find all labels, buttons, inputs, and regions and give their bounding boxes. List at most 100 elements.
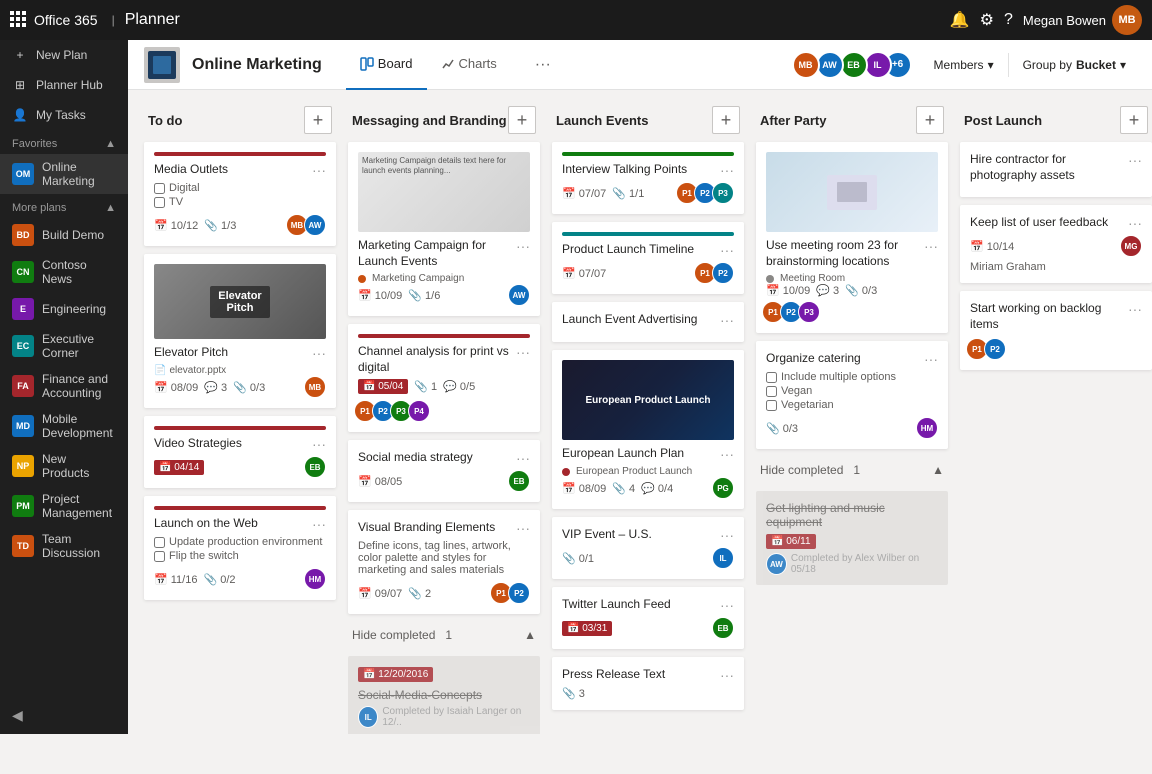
sidebar-item-contoso-news[interactable]: CN Contoso News	[0, 252, 128, 292]
check-item[interactable]	[766, 386, 777, 397]
tag: Meeting Room	[766, 273, 938, 284]
bucket-add-button-afterparty[interactable]: +	[916, 106, 944, 134]
notifications-icon[interactable]: 🔔	[950, 10, 970, 30]
task-more-button[interactable]: ···	[720, 446, 734, 462]
task-card[interactable]: VIP Event – U.S. ··· 📎 0/1 IL	[552, 517, 744, 579]
completed-title: Social-Media-Concepts	[358, 688, 530, 702]
task-more-button[interactable]: ···	[312, 516, 326, 532]
task-image	[766, 152, 938, 232]
sidebar-item-project-mgmt[interactable]: PM Project Management	[0, 486, 128, 526]
task-more-button[interactable]: ···	[720, 312, 734, 328]
settings-icon[interactable]: ⚙	[980, 10, 994, 30]
task-avatar: EB	[712, 617, 734, 639]
task-more-button[interactable]: ···	[1128, 152, 1142, 168]
check-item[interactable]	[154, 537, 165, 548]
task-more-button[interactable]: ···	[312, 162, 326, 178]
task-card[interactable]: European Product Launch European Launch …	[552, 350, 744, 509]
task-more-button[interactable]: ···	[924, 238, 938, 254]
task-more-button[interactable]: ···	[720, 242, 734, 258]
task-card[interactable]: Marketing Campaign details text here for…	[348, 142, 540, 316]
sidebar-collapse-button[interactable]: ◀	[0, 697, 128, 734]
sidebar-item-executive-corner[interactable]: EC Executive Corner	[0, 326, 128, 366]
tab-board[interactable]: Board	[346, 40, 427, 90]
task-card[interactable]: Use meeting room 23 for brainstorming lo…	[756, 142, 948, 333]
sidebar-item-mobile-dev[interactable]: MD Mobile Development	[0, 406, 128, 446]
sidebar-item-build-demo[interactable]: BD Build Demo	[0, 218, 128, 252]
task-more-button[interactable]: ···	[720, 162, 734, 178]
check-item[interactable]	[154, 551, 165, 562]
sidebar-item-new-plan[interactable]: + New Plan	[0, 40, 128, 70]
task-card[interactable]: Launch on the Web ··· Update production …	[144, 496, 336, 600]
check-digital[interactable]	[154, 183, 165, 194]
check-item[interactable]	[766, 372, 777, 383]
task-card[interactable]: Start working on backlog items ··· P1 P2	[960, 291, 1152, 370]
task-card[interactable]: Hire contractor for photography assets ·…	[960, 142, 1152, 197]
sidebar-item-team-discussion[interactable]: TD Team Discussion	[0, 526, 128, 566]
bucket-header-messaging: Messaging and Branding +	[348, 106, 540, 134]
group-by-button[interactable]: Group by Bucket ▾	[1013, 54, 1136, 76]
bucket-header-postlaunch: Post Launch +	[960, 106, 1152, 134]
members-button[interactable]: Members ▾	[924, 54, 1004, 76]
plan-avatar: NP	[12, 455, 34, 477]
bucket-add-button-postlaunch[interactable]: +	[1120, 106, 1148, 134]
board-area: To do + Media Outlets ··· Digital TV 📅 1…	[128, 90, 1152, 734]
task-card[interactable]: Interview Talking Points ··· 📅 07/07 📎 1…	[552, 142, 744, 214]
label-bar	[562, 152, 734, 156]
task-more-button[interactable]: ···	[924, 351, 938, 367]
task-card[interactable]: Social media strategy ··· 📅 08/05 EB	[348, 440, 540, 502]
task-card[interactable]: Channel analysis for print vs digital ··…	[348, 324, 540, 432]
completed-toggle-afterparty[interactable]: Hide completed 1 ▲	[756, 457, 948, 483]
task-card[interactable]: ElevatorPitch Elevator Pitch ··· 📄 eleva…	[144, 254, 336, 408]
task-card[interactable]: Twitter Launch Feed ··· 📅 03/31 EB	[552, 587, 744, 649]
task-more-button[interactable]: ···	[720, 597, 734, 613]
task-more-button[interactable]: ···	[312, 345, 326, 361]
task-avatar: P2	[508, 582, 530, 604]
bucket-add-button-launch[interactable]: +	[712, 106, 740, 134]
sidebar-item-engineering[interactable]: E Engineering	[0, 292, 128, 326]
task-more-button[interactable]: ···	[1128, 215, 1142, 231]
task-more-button[interactable]: ···	[516, 238, 530, 254]
bucket-add-button-messaging[interactable]: +	[508, 106, 536, 134]
task-more-button[interactable]: ···	[516, 450, 530, 466]
task-card[interactable]: Launch Event Advertising ···	[552, 302, 744, 342]
task-card[interactable]: Video Strategies ··· 📅 04/14 EB	[144, 416, 336, 488]
more-options-button[interactable]: ···	[527, 56, 559, 74]
sidebar-item-my-tasks[interactable]: 👤 My Tasks	[0, 100, 128, 130]
task-card[interactable]: Media Outlets ··· Digital TV 📅 10/12 📎 1…	[144, 142, 336, 246]
favorites-label[interactable]: Favorites ▲	[0, 130, 128, 154]
task-avatar: P4	[408, 400, 430, 422]
completed-toggle-messaging[interactable]: Hide completed 1 ▲	[348, 622, 540, 648]
task-more-button[interactable]: ···	[312, 436, 326, 452]
completed-card[interactable]: 📅 12/20/2016 Social-Media-Concepts IL Co…	[348, 656, 540, 734]
task-avatar: EB	[508, 470, 530, 492]
help-icon[interactable]: ?	[1004, 11, 1013, 29]
more-plans-label[interactable]: More plans ▲	[0, 194, 128, 218]
task-card[interactable]: Keep list of user feedback ··· 📅 10/14 M…	[960, 205, 1152, 283]
calendar-icon: 📅 10/14	[970, 240, 1014, 253]
task-more-button[interactable]: ···	[720, 527, 734, 543]
user-area[interactable]: Megan Bowen MB	[1013, 5, 1142, 35]
member-avatar: AW	[816, 51, 844, 79]
check-tv[interactable]	[154, 197, 165, 208]
tab-charts[interactable]: Charts	[427, 40, 511, 90]
calendar-icon: 📅 10/12	[154, 219, 198, 232]
task-card[interactable]: Organize catering ··· Include multiple o…	[756, 341, 948, 449]
sidebar-item-new-products[interactable]: NP New Products	[0, 446, 128, 486]
apps-icon[interactable]	[10, 11, 26, 30]
sidebar-item-online-marketing[interactable]: OM Online Marketing	[0, 154, 128, 194]
task-card[interactable]: Visual Branding Elements ··· Define icon…	[348, 510, 540, 614]
task-more-button[interactable]: ···	[516, 344, 530, 360]
check-item[interactable]	[766, 400, 777, 411]
task-card[interactable]: Press Release Text ··· 📎 3	[552, 657, 744, 710]
task-more-button[interactable]: ···	[1128, 301, 1142, 317]
bucket-add-button-todo[interactable]: +	[304, 106, 332, 134]
sidebar-item-finance[interactable]: FA Finance and Accounting	[0, 366, 128, 406]
completed-card[interactable]: Get lighting and music equipment 📅 06/11…	[756, 491, 948, 585]
date-badge: 📅 03/31	[562, 621, 612, 636]
task-more-button[interactable]: ···	[516, 520, 530, 536]
bucket-todo: To do + Media Outlets ··· Digital TV 📅 1…	[144, 106, 336, 600]
task-more-button[interactable]: ···	[720, 667, 734, 683]
sidebar-item-planner-hub[interactable]: ⊞ Planner Hub	[0, 70, 128, 100]
task-card[interactable]: Product Launch Timeline ··· 📅 07/07 P1 P…	[552, 222, 744, 294]
plan-avatar: BD	[12, 224, 34, 246]
